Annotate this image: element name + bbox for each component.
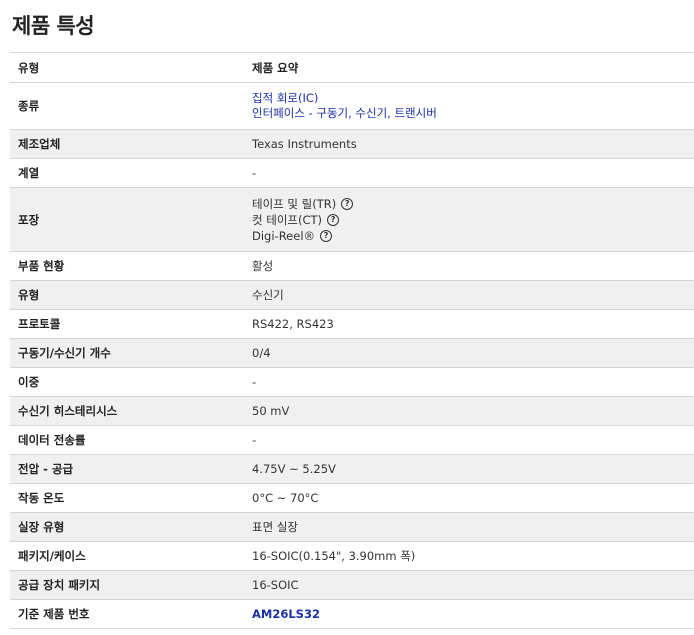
table-row-series: 계열 - (10, 158, 694, 188)
table-row-receiver-hysteresis: 수신기 히스테리시스 50 mV (10, 396, 694, 426)
table-row-manufacturer: 제조업체 Texas Instruments (10, 129, 694, 159)
table-row-category: 종류 집적 회로(IC) 인터페이스 - 구동기, 수신기, 트랜시버 (10, 82, 694, 130)
table-row-part-status: 부품 현황 활성 (10, 251, 694, 281)
row-label: 기준 제품 번호 (10, 599, 244, 629)
row-value: 16-SOIC(0.154", 3.90mm 폭) (244, 541, 694, 571)
row-label: 계열 (10, 158, 244, 188)
table-row-mounting-type: 실장 유형 표면 실장 (10, 512, 694, 542)
row-value: 0/4 (244, 338, 694, 368)
row-value: 집적 회로(IC) 인터페이스 - 구동기, 수신기, 트랜시버 (244, 82, 694, 130)
table-row-package-case: 패키지/케이스 16-SOIC(0.154", 3.90mm 폭) (10, 541, 694, 571)
row-label: 구동기/수신기 개수 (10, 338, 244, 368)
packaging-option: Digi-Reel® ? (252, 228, 694, 244)
packaging-option: 테이프 및 릴(TR) ? (252, 196, 694, 212)
help-icon[interactable]: ? (341, 197, 354, 210)
row-value: - (244, 425, 694, 455)
header-summary: 제품 요약 (244, 52, 694, 83)
page-title: 제품 특성 (12, 14, 95, 38)
row-value: 수신기 (244, 280, 694, 310)
table-row-packaging: 포장 테이프 및 릴(TR) ? 컷 테이프(CT) ? Digi-Reel® … (10, 187, 694, 252)
help-icon[interactable]: ? (320, 229, 333, 242)
table-row-type: 유형 수신기 (10, 280, 694, 310)
row-value: 0°C ~ 70°C (244, 483, 694, 513)
row-label: 패키지/케이스 (10, 541, 244, 571)
help-icon[interactable]: ? (327, 213, 340, 226)
packaging-option: 컷 테이프(CT) ? (252, 212, 694, 228)
row-label: 프로토콜 (10, 309, 244, 339)
table-row-base-part-number: 기준 제품 번호 AM26LS32 (10, 599, 694, 629)
row-label: 수신기 히스테리시스 (10, 396, 244, 426)
row-label: 이중 (10, 367, 244, 397)
row-label: 유형 (10, 280, 244, 310)
table-row-duplex: 이중 - (10, 367, 694, 397)
packaging-option-label: 컷 테이프(CT) (252, 212, 323, 227)
packaging-option-label: Digi-Reel® (252, 228, 316, 243)
row-value: RS422, RS423 (244, 309, 694, 339)
packaging-option-label: 테이프 및 릴(TR) (252, 196, 337, 211)
row-label: 부품 현황 (10, 251, 244, 281)
row-value: 50 mV (244, 396, 694, 426)
row-value: 16-SOIC (244, 570, 694, 600)
row-value: - (244, 158, 694, 188)
row-value: - (244, 367, 694, 397)
row-value: 표면 실장 (244, 512, 694, 542)
row-label: 작동 온도 (10, 483, 244, 513)
table-row-protocol: 프로토콜 RS422, RS423 (10, 309, 694, 339)
row-value: 테이프 및 릴(TR) ? 컷 테이프(CT) ? Digi-Reel® ? (244, 187, 694, 252)
table-row-data-rate: 데이터 전송률 - (10, 425, 694, 455)
row-label: 제조업체 (10, 129, 244, 159)
row-value: Texas Instruments (244, 129, 694, 159)
table-row-operating-temp: 작동 온도 0°C ~ 70°C (10, 483, 694, 513)
table-row-driver-receiver-count: 구동기/수신기 개수 0/4 (10, 338, 694, 368)
category-link-ic[interactable]: 집적 회로(IC) (252, 91, 694, 106)
base-part-number-link[interactable]: AM26LS32 (252, 607, 320, 621)
header-type: 유형 (10, 52, 244, 83)
table-row-voltage-supply: 전압 - 공급 4.75V ~ 5.25V (10, 454, 694, 484)
row-label: 공급 장치 패키지 (10, 570, 244, 600)
table-row-supplier-package: 공급 장치 패키지 16-SOIC (10, 570, 694, 600)
row-label: 포장 (10, 187, 244, 252)
product-attributes-table: 유형 제품 요약 종류 집적 회로(IC) 인터페이스 - 구동기, 수신기, … (10, 52, 694, 629)
row-label: 데이터 전송률 (10, 425, 244, 455)
row-value: AM26LS32 (244, 599, 694, 629)
row-label: 전압 - 공급 (10, 454, 244, 484)
row-value: 활성 (244, 251, 694, 281)
category-link-interface[interactable]: 인터페이스 - 구동기, 수신기, 트랜시버 (252, 106, 694, 121)
row-value: 4.75V ~ 5.25V (244, 454, 694, 484)
table-header-row: 유형 제품 요약 (10, 52, 694, 83)
row-label: 실장 유형 (10, 512, 244, 542)
row-label: 종류 (10, 82, 244, 130)
